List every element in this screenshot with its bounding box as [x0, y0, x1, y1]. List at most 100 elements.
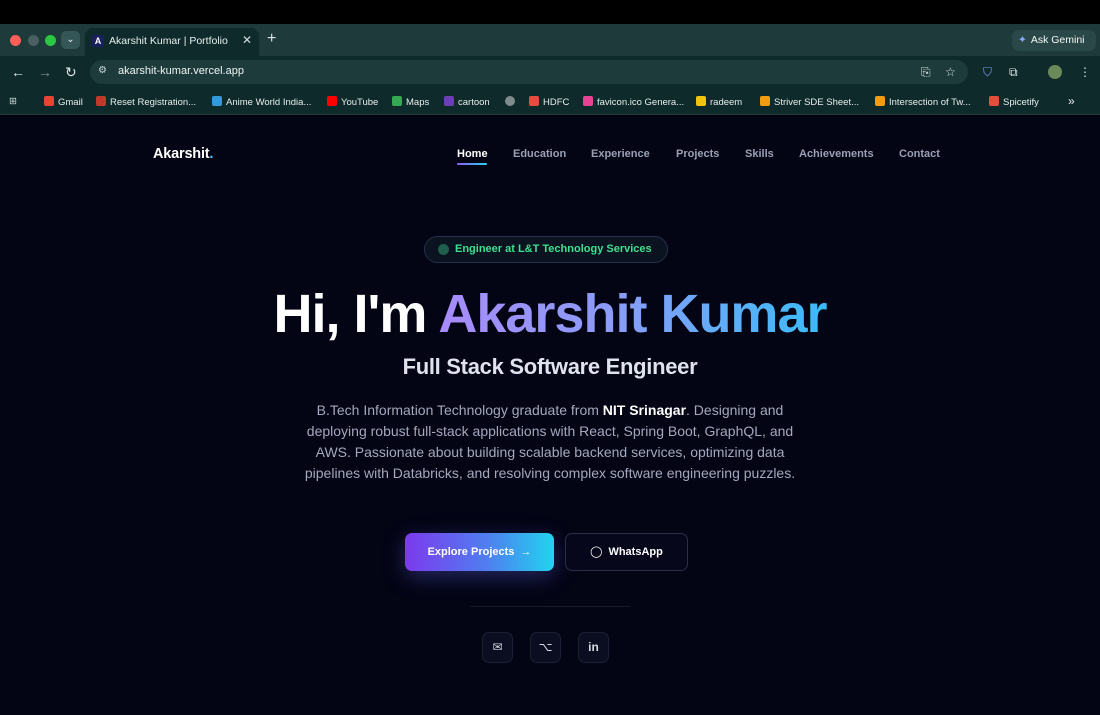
role-badge-text: Engineer at L&T Technology Services — [455, 243, 652, 255]
hdfc-icon — [529, 96, 539, 106]
hero-title: Hi, I'm Akarshit Kumar — [0, 282, 1100, 346]
bookmark-item[interactable]: Reset Registration... — [96, 96, 196, 108]
whatsapp-label: WhatsApp — [608, 546, 663, 558]
nav-skills[interactable]: Skills — [745, 148, 774, 160]
nav-projects[interactable]: Projects — [676, 148, 719, 160]
bookmark-label: Striver SDE Sheet... — [774, 97, 860, 108]
gemini-sparkle-icon: ✦ — [1018, 34, 1027, 46]
portfolio-page: Akarshit. Home Education Experience Proj… — [0, 116, 1100, 715]
section-divider — [470, 606, 630, 607]
nav-achievements[interactable]: Achievements — [799, 148, 874, 160]
gmail-icon — [44, 96, 54, 106]
nav-education[interactable]: Education — [513, 148, 566, 160]
bookmark-label: Spicetify — [1003, 97, 1039, 108]
bitwarden-shield-icon[interactable]: ⛉ — [983, 65, 992, 80]
extensions-puzzle-icon[interactable]: ⧉ — [1009, 65, 1018, 80]
bookmark-label: favicon.ico Genera... — [597, 97, 685, 108]
spicetify-icon — [989, 96, 999, 106]
intersection-icon — [875, 96, 885, 106]
profile-avatar[interactable] — [1048, 65, 1062, 79]
mail-icon: ✉ — [492, 640, 503, 654]
tab-close-icon[interactable]: ✕ — [242, 33, 252, 47]
globe-icon — [505, 96, 515, 106]
bookmark-label: radeem — [710, 97, 743, 108]
bookmark-star-icon[interactable]: ☆ — [945, 65, 956, 79]
install-app-icon[interactable]: ⎘ — [921, 65, 931, 80]
email-link-button[interactable]: ✉ — [482, 632, 513, 663]
window-maximize-button[interactable] — [45, 35, 56, 46]
whatsapp-button[interactable]: ◯ WhatsApp — [565, 533, 688, 571]
maps-icon — [392, 96, 402, 106]
bookmark-item[interactable]: Striver SDE Sheet... — [760, 96, 859, 108]
bookmark-label: Maps — [406, 97, 430, 108]
address-bar[interactable]: ⚙ akarshit-kumar.vercel.app — [90, 60, 968, 84]
explore-projects-label: Explore Projects — [427, 546, 515, 558]
more-bookmarks-chevron-icon[interactable]: » — [1068, 94, 1075, 108]
site-info-icon[interactable]: ⚙ — [98, 65, 107, 76]
hero-subtitle: Full Stack Software Engineer — [402, 354, 698, 379]
ask-gemini-label: Ask Gemini — [1030, 34, 1085, 46]
bookmark-label: Intersection of Tw... — [889, 97, 971, 108]
ask-gemini-button[interactable]: ✦ Ask Gemini — [1012, 30, 1096, 51]
desc-part-1: B.Tech Information Technology graduate f… — [316, 402, 603, 418]
tab-favicon-icon: A — [92, 35, 104, 47]
bookmark-item[interactable]: Intersection of Tw... — [875, 96, 971, 108]
screen-top-bar — [0, 0, 1100, 24]
hero-name: Akarshit Kumar — [438, 284, 827, 344]
nav-active-underline — [457, 163, 487, 165]
bookmark-item[interactable]: cartoon — [444, 96, 490, 108]
bookmark-item[interactable]: Spicetify — [989, 96, 1039, 108]
window-minimize-button[interactable] — [28, 35, 39, 46]
browser-menu-icon[interactable]: ⋮ — [1079, 65, 1091, 79]
browser-tab-active[interactable]: A Akarshit Kumar | Portfolio ✕ — [85, 28, 259, 56]
bookmark-label: Anime World India... — [226, 97, 312, 108]
desc-highlight: NIT Srinagar — [602, 402, 687, 418]
bookmark-item[interactable]: HDFC — [529, 96, 569, 108]
bookmark-item[interactable]: Maps — [392, 96, 429, 108]
bookmark-label: cartoon — [458, 97, 490, 108]
nav-experience[interactable]: Experience — [591, 148, 650, 160]
bookmark-item[interactable] — [505, 96, 519, 108]
bookmark-item[interactable]: favicon.ico Genera... — [583, 96, 684, 108]
logo-text: Akarshit — [153, 146, 210, 162]
bookmark-label: HDFC — [543, 97, 570, 108]
linkedin-link-button[interactable]: in — [578, 632, 609, 663]
bookmark-item[interactable]: radeem — [696, 96, 742, 108]
hero-greeting: Hi, I'm — [273, 284, 439, 344]
tab-title: Akarshit Kumar | Portfolio — [109, 35, 228, 47]
bookmark-item[interactable]: Anime World India... — [212, 96, 311, 108]
apps-grid-icon[interactable]: ⊞ — [9, 96, 17, 107]
bookmark-item[interactable]: Gmail — [44, 96, 83, 108]
back-arrow-icon[interactable]: ← — [11, 64, 25, 80]
window-close-button[interactable] — [10, 35, 21, 46]
bookmark-label: Gmail — [58, 97, 83, 108]
github-link-button[interactable]: ⌥ — [530, 632, 561, 663]
logo-dot: . — [209, 146, 214, 162]
tab-search-chevron-icon[interactable]: ⌄ — [61, 31, 80, 49]
new-tab-plus-icon[interactable]: + — [267, 30, 276, 48]
youtube-icon — [327, 96, 337, 106]
cartoon-icon — [444, 96, 454, 106]
forward-arrow-icon[interactable]: → — [38, 64, 52, 80]
favicon-generator-icon — [583, 96, 593, 106]
chat-bubble-icon: ◯ — [590, 546, 603, 558]
hero-description: B.Tech Information Technology graduate f… — [300, 400, 800, 484]
nav-home[interactable]: Home — [457, 148, 488, 160]
arrow-right-icon: → — [520, 546, 532, 558]
explore-projects-button[interactable]: Explore Projects → — [405, 533, 554, 571]
reload-icon[interactable]: ↻ — [65, 64, 77, 81]
role-badge: Engineer at L&T Technology Services — [424, 236, 668, 263]
address-url[interactable]: akarshit-kumar.vercel.app — [118, 65, 244, 77]
bookmark-label: YouTube — [341, 97, 379, 108]
nav-contact[interactable]: Contact — [899, 148, 940, 160]
radeem-icon — [696, 96, 706, 106]
bookmark-item[interactable]: YouTube — [327, 96, 378, 108]
reset-registration-icon — [96, 96, 106, 106]
bookmark-label: Reset Registration... — [110, 97, 197, 108]
status-dot-icon — [438, 244, 449, 255]
github-icon: ⌥ — [538, 640, 553, 654]
striver-icon — [760, 96, 770, 106]
anime-world-icon — [212, 96, 222, 106]
linkedin-icon: in — [588, 640, 599, 654]
site-logo[interactable]: Akarshit. — [153, 146, 213, 162]
